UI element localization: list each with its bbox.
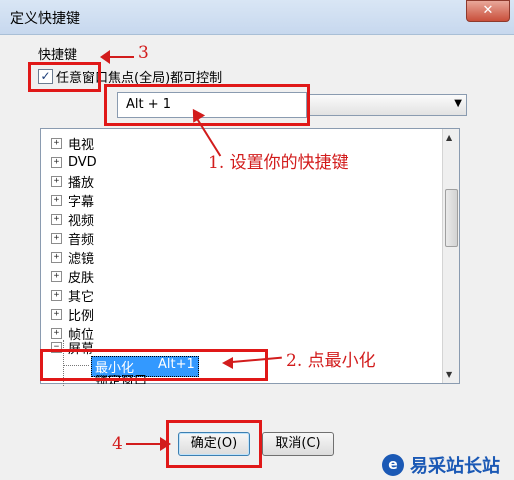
tree-item[interactable]: + 播放: [51, 172, 94, 191]
tree-item[interactable]: + 比例: [51, 305, 94, 324]
close-icon: ✕: [482, 3, 494, 18]
tree-item[interactable]: + 皮肤: [51, 267, 94, 286]
annotation-arrow: [108, 56, 134, 58]
tree-item[interactable]: + 音频: [51, 229, 94, 248]
arrow-head-icon: [100, 50, 110, 64]
tree-item[interactable]: + 其它: [51, 286, 94, 305]
tree-item-label: 滤镜: [68, 252, 95, 267]
scroll-up-icon[interactable]: ▲: [446, 133, 452, 142]
expand-icon[interactable]: +: [51, 271, 62, 282]
title-bar: 定义快捷键 ✕: [0, 0, 514, 35]
expand-icon[interactable]: +: [51, 233, 62, 244]
tree-item-label: 播放: [68, 176, 95, 191]
hotkey-dropdown[interactable]: ▼: [307, 94, 467, 116]
arrow-head-icon: [160, 437, 171, 451]
tree-item-label: 比例: [68, 309, 95, 324]
tree-item-label: 视频: [68, 214, 95, 229]
expand-icon[interactable]: +: [51, 157, 62, 168]
expand-icon[interactable]: +: [51, 309, 62, 320]
expand-icon[interactable]: +: [51, 252, 62, 263]
annotation-step2: 2. 点最小化: [286, 351, 376, 371]
tree-item-label: 其它: [68, 290, 95, 305]
tree-item-label: DVD: [68, 155, 97, 170]
tree-scrollbar[interactable]: ▲ ▼: [442, 129, 459, 383]
tree-item[interactable]: + DVD: [51, 153, 97, 172]
chevron-down-icon: ▼: [454, 98, 462, 109]
tree-item-label: 音频: [68, 233, 95, 248]
cancel-button[interactable]: 取消(C): [262, 432, 334, 456]
tree-item[interactable]: + 字幕: [51, 191, 94, 210]
annotation-step4: 4: [112, 434, 123, 454]
window-title: 定义快捷键: [10, 11, 80, 27]
annotation-box-ok: [166, 420, 262, 468]
close-button[interactable]: ✕: [466, 0, 510, 22]
tree-item[interactable]: + 滤镜: [51, 248, 94, 267]
tree-item-label: 字幕: [68, 195, 95, 210]
logo-text: 易采站长站: [410, 456, 500, 477]
tree-item-label: 电视: [68, 138, 95, 153]
expand-icon[interactable]: +: [51, 176, 62, 187]
site-logo: e 易采站长站: [382, 450, 500, 480]
annotation-box-checkbox: [28, 62, 101, 92]
expand-icon[interactable]: +: [51, 138, 62, 149]
tree-item[interactable]: + 电视: [51, 134, 94, 153]
scroll-thumb[interactable]: [445, 189, 458, 247]
logo-icon: e: [382, 454, 404, 476]
expand-icon[interactable]: +: [51, 195, 62, 206]
annotation-arrow: [126, 443, 162, 445]
arrow-head-icon: [222, 357, 233, 369]
tree-item-label: 皮肤: [68, 271, 95, 286]
annotation-step1: 1. 设置你的快捷键: [208, 153, 349, 173]
scroll-down-icon[interactable]: ▼: [446, 370, 452, 379]
expand-icon[interactable]: +: [51, 214, 62, 225]
group-label-hotkey: 快捷键: [38, 48, 78, 63]
annotation-box-minimize: [40, 349, 268, 381]
annotation-box-hotkey: [104, 84, 310, 126]
expand-icon[interactable]: +: [51, 290, 62, 301]
annotation-step3: 3: [138, 43, 149, 63]
tree-item[interactable]: + 视频: [51, 210, 94, 229]
